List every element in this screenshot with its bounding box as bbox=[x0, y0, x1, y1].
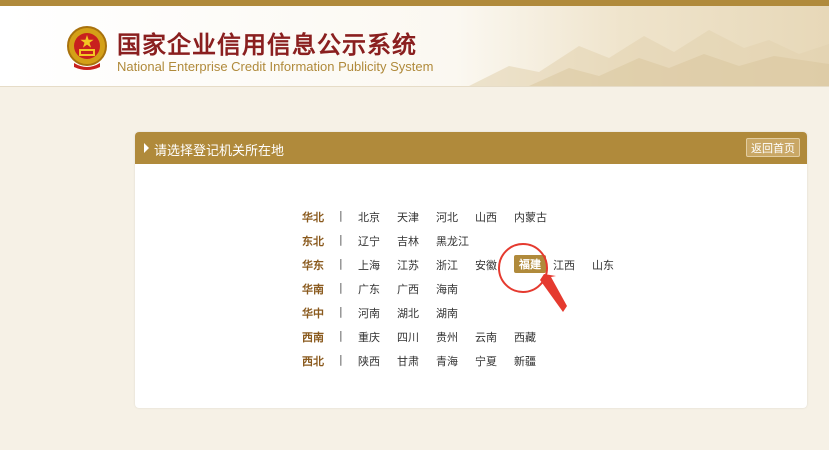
region-separator: | bbox=[339, 209, 343, 222]
province-link[interactable]: 云南 bbox=[475, 329, 497, 345]
province-link[interactable]: 浙江 bbox=[436, 257, 458, 273]
province-link[interactable]: 四川 bbox=[397, 329, 419, 345]
province-link[interactable]: 贵州 bbox=[436, 329, 458, 345]
region-separator: | bbox=[339, 257, 343, 270]
province-link[interactable]: 上海 bbox=[358, 257, 380, 273]
province-link[interactable]: 新疆 bbox=[514, 353, 536, 369]
province-link[interactable]: 河北 bbox=[436, 209, 458, 225]
province-link[interactable]: 山东 bbox=[592, 257, 614, 273]
region-separator: | bbox=[339, 353, 343, 366]
region-select-panel: 请选择登记机关所在地 返回首页 bbox=[135, 132, 807, 408]
province-link[interactable]: 广西 bbox=[397, 281, 419, 297]
region-separator: | bbox=[339, 281, 343, 294]
region-separator: | bbox=[339, 233, 343, 246]
province-link[interactable]: 河南 bbox=[358, 305, 380, 321]
province-link[interactable]: 安徽 bbox=[475, 257, 497, 273]
region-name: 华南 bbox=[302, 283, 324, 296]
province-link[interactable]: 广东 bbox=[358, 281, 380, 297]
province-link[interactable]: 辽宁 bbox=[358, 233, 380, 249]
province-link[interactable]: 湖南 bbox=[436, 305, 458, 321]
site-subtitle: National Enterprise Credit Information P… bbox=[117, 59, 434, 74]
region-name: 华北 bbox=[302, 211, 324, 224]
region-name: 华东 bbox=[302, 259, 324, 272]
site-header: 国家企业信用信息公示系统 National Enterprise Credit … bbox=[0, 6, 829, 87]
panel-title: 请选择登记机关所在地 bbox=[154, 144, 285, 159]
province-link[interactable]: 重庆 bbox=[358, 329, 380, 345]
province-link[interactable]: 吉林 bbox=[397, 233, 419, 249]
mountain-decoration-icon bbox=[469, 30, 829, 86]
region-name: 西北 bbox=[302, 355, 324, 368]
panel-header: 请选择登记机关所在地 返回首页 bbox=[135, 132, 807, 164]
province-link[interactable]: 湖北 bbox=[397, 305, 419, 321]
national-emblem-icon bbox=[67, 26, 107, 70]
province-link[interactable]: 西藏 bbox=[514, 329, 536, 345]
site-title: 国家企业信用信息公示系统 bbox=[117, 31, 417, 59]
province-link[interactable]: 青海 bbox=[436, 353, 458, 369]
province-link[interactable]: 陕西 bbox=[358, 353, 380, 369]
province-link[interactable]: 北京 bbox=[358, 209, 380, 225]
province-link[interactable]: 宁夏 bbox=[475, 353, 497, 369]
region-name: 东北 bbox=[302, 235, 324, 248]
province-link[interactable]: 天津 bbox=[397, 209, 419, 225]
province-link[interactable]: 福建 bbox=[514, 255, 546, 273]
province-link[interactable]: 江西 bbox=[553, 257, 575, 273]
province-link[interactable]: 海南 bbox=[436, 281, 458, 297]
province-link[interactable]: 江苏 bbox=[397, 257, 419, 273]
province-link[interactable]: 甘肃 bbox=[397, 353, 419, 369]
region-name: 西南 bbox=[302, 331, 324, 344]
province-link[interactable]: 山西 bbox=[475, 209, 497, 225]
province-link[interactable]: 内蒙古 bbox=[514, 209, 547, 225]
triangle-right-icon bbox=[144, 143, 149, 153]
home-button[interactable]: 返回首页 bbox=[746, 138, 800, 157]
region-name: 华中 bbox=[302, 307, 324, 320]
province-link[interactable]: 黑龙江 bbox=[436, 233, 469, 249]
region-separator: | bbox=[339, 305, 343, 318]
region-separator: | bbox=[339, 329, 343, 342]
